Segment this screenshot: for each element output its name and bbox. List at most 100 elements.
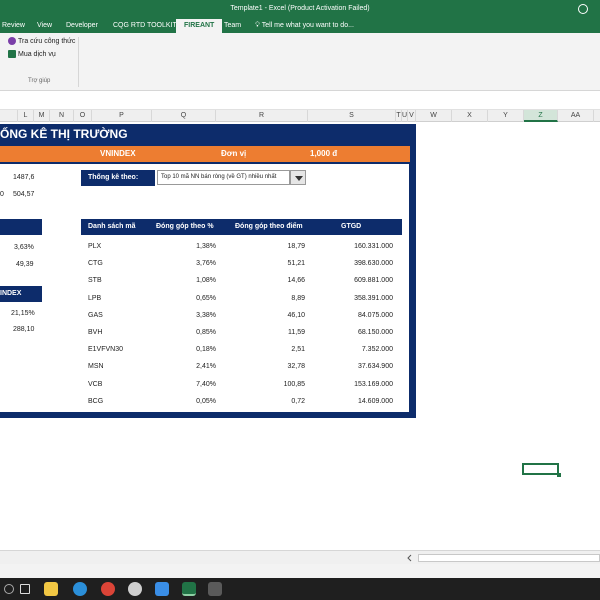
dashboard-title: ỐNG KÊ THỊ TRƯỜNG <box>0 127 128 141</box>
app-icon[interactable] <box>155 582 169 596</box>
scroll-left-icon[interactable] <box>406 554 414 562</box>
arrow-right-icon <box>8 50 16 58</box>
left-index-box: INDEX <box>0 286 42 302</box>
stat-by-select[interactable]: Top 10 mã NN bán ròng (về GT) nhiều nhất <box>157 170 290 185</box>
cell-pct: 1,08% <box>196 277 216 285</box>
column-headers: L M N O P Q R S T U V W X Y Z AA <box>0 110 600 122</box>
cell-value: 609.881.000 <box>354 277 393 285</box>
column-title: GTGD <box>341 223 362 230</box>
cell-code: BCG <box>88 397 104 405</box>
table-row: BCG 0,05% 0,72 14.609.000 <box>81 398 402 410</box>
unit-value: 1,000 đ <box>310 149 338 158</box>
cell-pct: 0,85% <box>196 329 216 336</box>
taskbar <box>0 578 600 600</box>
tell-me-search[interactable]: 💡︎ Tell me what you want to do... <box>255 22 354 30</box>
lightbulb-icon: 💡︎ <box>255 22 262 29</box>
cell-value: 153.169.000 <box>354 380 393 388</box>
column-header[interactable]: P <box>92 110 152 122</box>
column-header[interactable]: AA <box>558 110 594 122</box>
left-header-box <box>0 219 42 235</box>
scrollbar-track[interactable] <box>418 554 600 562</box>
column-header[interactable]: X <box>452 110 488 122</box>
column-header[interactable]: L <box>18 110 34 122</box>
cell-pts: 0,72 <box>291 397 305 405</box>
table-row: MSN 2,41% 32,78 37.634.900 <box>81 363 402 375</box>
column-title: Đóng góp theo điểm <box>235 223 303 230</box>
column-header[interactable]: R <box>216 110 308 122</box>
chevron-down-icon[interactable] <box>290 170 306 185</box>
horizontal-scrollbar[interactable] <box>0 550 600 564</box>
buy-service-label: Mua dịch vụ <box>18 50 56 58</box>
formula-lookup-label: Tra cứu công thức <box>18 37 76 45</box>
column-header-k[interactable] <box>0 110 18 122</box>
column-header[interactable]: Q <box>152 110 216 122</box>
cell-value: 84.075.000 <box>357 311 393 319</box>
cell-code: LPB <box>88 294 102 302</box>
folder-icon[interactable] <box>44 582 58 596</box>
cell-pct: 1,38% <box>196 243 216 250</box>
search-icon[interactable] <box>4 584 14 594</box>
ribbon-tabs: Review View Developer CQG RTD TOOLKIT FI… <box>0 19 600 33</box>
tab-team[interactable]: Team <box>224 22 241 29</box>
chrome-icon[interactable] <box>101 582 115 596</box>
status-bar <box>0 564 600 578</box>
left-value: 288,10 <box>13 326 35 333</box>
table-row: GAS 3,38% 46,10 84.075.000 <box>81 312 402 324</box>
column-header[interactable]: Y <box>488 110 524 122</box>
app-icon[interactable] <box>208 582 222 596</box>
active-cell[interactable] <box>522 463 561 477</box>
column-header[interactable]: W <box>416 110 452 122</box>
account-icon[interactable] <box>578 4 588 14</box>
cell-code: E1VFVN30 <box>88 346 124 354</box>
cell-pct: 0,18% <box>196 346 216 354</box>
buy-service-button[interactable]: Mua dịch vụ <box>8 50 56 58</box>
column-header[interactable]: V <box>408 110 416 122</box>
cell-pts: 100,85 <box>283 380 305 388</box>
ribbon-divider <box>78 37 79 87</box>
cell-code: STB <box>88 277 102 285</box>
tell-me-text: Tell me what you want to do... <box>261 22 354 29</box>
column-header[interactable]: N <box>50 110 74 122</box>
cell-pct: 0,65% <box>196 294 216 302</box>
unit-label: Đơn vị <box>221 149 247 158</box>
edge-icon[interactable] <box>73 582 87 596</box>
cell-pts: 14,66 <box>287 277 305 285</box>
left-value: 49,39 <box>16 261 34 268</box>
ribbon-group-label: Trợ giúp <box>28 78 51 84</box>
left-value: 0 <box>0 191 4 198</box>
help-icon <box>8 37 16 45</box>
left-value: 1487,6 <box>13 174 35 181</box>
cell-value: 37.634.900 <box>357 363 393 371</box>
table-row: E1VFVN30 0,18% 2,51 7.352.000 <box>81 346 402 358</box>
tab-fireant[interactable]: FIREANT <box>176 19 223 33</box>
left-value: 3,63% <box>14 244 34 251</box>
table-header: Danh sách mã Đóng góp theo % Đóng góp th… <box>81 219 402 235</box>
left-value: 504,57 <box>13 191 35 198</box>
tab-review[interactable]: Review <box>2 22 25 29</box>
title-bar: Template1 - Excel (Product Activation Fa… <box>0 0 600 19</box>
tab-view[interactable]: View <box>37 22 52 29</box>
table-row: VCB 7,40% 100,85 153.169.000 <box>81 381 402 393</box>
task-view-icon[interactable] <box>20 584 30 594</box>
column-header[interactable]: M <box>34 110 50 122</box>
cell-code: CTG <box>88 260 103 268</box>
app-icon[interactable] <box>128 582 142 596</box>
tab-developer[interactable]: Developer <box>66 22 98 29</box>
tab-cqg-rtd-toolkit[interactable]: CQG RTD TOOLKIT <box>113 22 177 29</box>
cell-code: VCB <box>88 380 103 388</box>
cell-pts: 2,51 <box>291 346 305 354</box>
column-header-selected[interactable]: Z <box>524 110 558 122</box>
stat-by-label: Thống kê theo: <box>81 170 155 186</box>
left-value: 21,15% <box>11 310 35 317</box>
formula-lookup-button[interactable]: Tra cứu công thức <box>8 37 75 45</box>
column-header[interactable]: O <box>74 110 92 122</box>
column-header[interactable]: S <box>308 110 396 122</box>
cell-code: GAS <box>88 311 103 319</box>
cell-pts: 32,78 <box>287 363 305 371</box>
cell-pct: 0,05% <box>196 397 216 405</box>
ribbon: Tra cứu công thức Mua dịch vụ Trợ giúp <box>0 33 600 91</box>
excel-icon[interactable] <box>182 582 196 596</box>
cell-code: MSN <box>88 363 104 371</box>
cell-pts: 11,59 <box>288 329 305 336</box>
cell-value: 7.352.000 <box>361 346 393 354</box>
